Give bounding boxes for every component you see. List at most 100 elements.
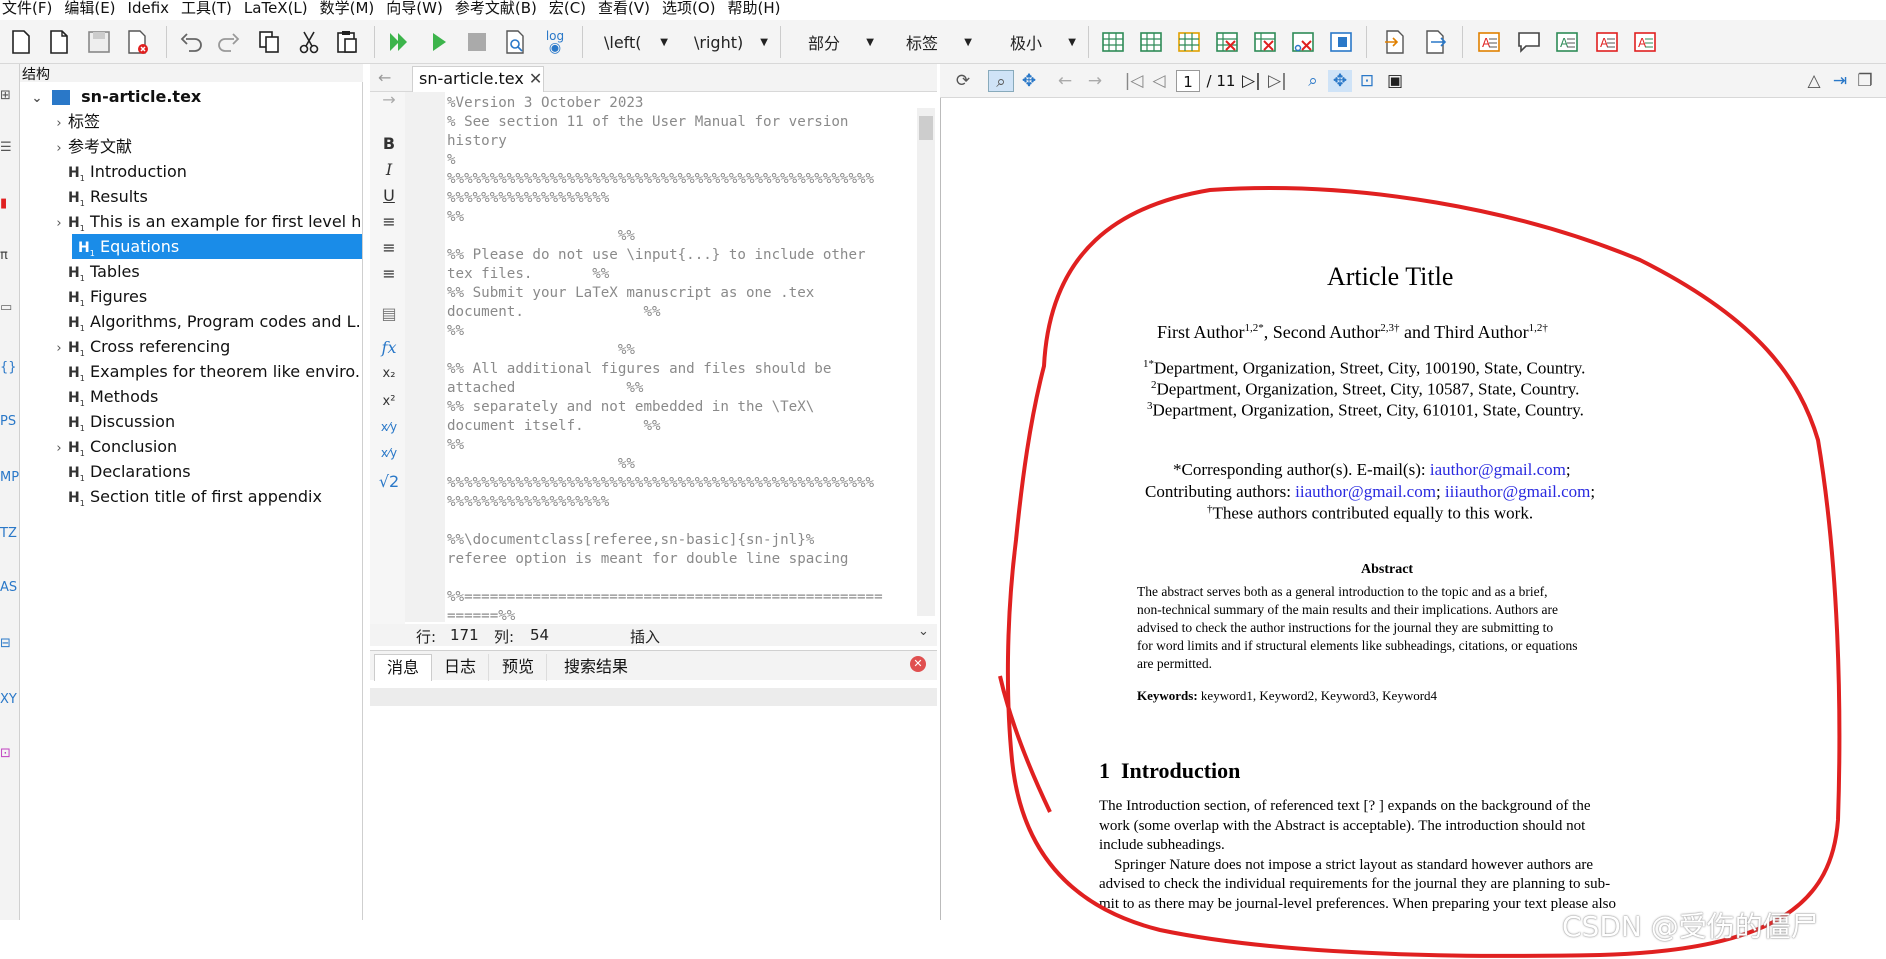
last-page-icon[interactable]: ▷| — [1268, 70, 1287, 92]
fit-icon[interactable]: ✥ — [1328, 70, 1352, 92]
contrib-email-2-link[interactable]: iiiauthor@gmail.com — [1445, 482, 1591, 501]
stop-icon[interactable] — [462, 27, 492, 57]
table-icon[interactable] — [1098, 27, 1128, 57]
compile-icon[interactable] — [424, 27, 454, 57]
first-page-icon[interactable]: |◁ — [1124, 70, 1144, 92]
bookmark-tab-icon[interactable]: ▮ — [0, 196, 20, 211]
structure-tab-icon[interactable]: ⊞ — [0, 88, 20, 103]
chevron-down-icon[interactable]: ⌄ — [918, 624, 929, 639]
forward-icon[interactable]: → — [1084, 70, 1106, 92]
tab-messages[interactable]: 消息 — [374, 654, 433, 681]
save-icon[interactable] — [84, 27, 114, 57]
tab-log[interactable]: 日志 — [432, 654, 490, 681]
menu-view[interactable]: 查看(V) — [596, 0, 660, 19]
table-delete-col-icon[interactable] — [1250, 27, 1280, 57]
magnifier-icon[interactable]: ⌕ — [988, 70, 1014, 92]
editor-scroll-thumb[interactable] — [919, 116, 933, 140]
table-insert-icon[interactable] — [1174, 27, 1204, 57]
back-icon[interactable]: ← — [1054, 70, 1076, 92]
menu-latex[interactable]: LaTeX(L) — [242, 0, 318, 19]
menu-tools[interactable]: 工具(T) — [179, 0, 242, 19]
tree-item[interactable]: H1 Results — [50, 184, 360, 209]
editor-scrollbar[interactable] — [917, 108, 935, 616]
text-red-icon[interactable]: A — [1592, 27, 1622, 57]
tikz-tab-icon[interactable]: TZ — [0, 526, 20, 541]
menu-wizards[interactable]: 向导(W) — [384, 0, 453, 19]
export-document-icon[interactable] — [1420, 27, 1450, 57]
italic-icon[interactable]: I — [378, 160, 400, 179]
dfrac-icon[interactable]: x⁄y — [378, 446, 400, 460]
bold-icon[interactable]: B — [378, 134, 400, 153]
tab-preview[interactable]: 预览 — [490, 654, 548, 681]
tree-item[interactable]: › H1 This is an example for first level h.… — [50, 209, 360, 234]
section-select[interactable]: 部分 ▼ — [808, 30, 874, 54]
open-document-icon[interactable] — [1380, 27, 1410, 57]
braces-tab-icon[interactable]: {} — [0, 360, 20, 375]
table-delete-row-icon[interactable] — [1212, 27, 1242, 57]
align-left-icon[interactable]: ≡ — [378, 212, 400, 231]
corr-email-link[interactable]: iauthor@gmail.com — [1430, 460, 1566, 479]
tree-item[interactable]: H1 Section title of first appendix — [50, 484, 360, 509]
symbols-tab-icon[interactable]: π — [0, 248, 20, 263]
window-icon[interactable]: ❐ — [1854, 70, 1876, 92]
misc-tab-icon[interactable]: ⊡ — [0, 746, 20, 761]
pdf-page[interactable]: Article Title First Author1,2*, Second A… — [940, 98, 1886, 920]
tree-item[interactable]: H1 Declarations — [50, 459, 360, 484]
zoom-icon[interactable]: ⌕ — [1302, 70, 1324, 92]
redo-icon[interactable] — [214, 27, 244, 57]
new-file-icon[interactable] — [6, 27, 36, 57]
menu-macros[interactable]: 宏(C) — [547, 0, 596, 19]
tree-item[interactable]: › 标签 — [50, 109, 360, 134]
text-green-icon[interactable]: A — [1552, 27, 1582, 57]
menu-options[interactable]: 选项(O) — [660, 0, 726, 19]
cut-icon[interactable] — [294, 27, 324, 57]
next-page-icon[interactable]: ▷| — [1242, 70, 1261, 92]
left-delimiter-select[interactable]: \left(▼ — [604, 30, 668, 54]
chevron-right-icon[interactable]: › — [50, 336, 68, 359]
new-from-template-icon[interactable] — [44, 27, 74, 57]
chevron-right-icon[interactable]: › — [50, 136, 68, 159]
align-center-icon[interactable]: ≡ — [378, 238, 400, 257]
menu-file[interactable]: 文件(F) — [0, 0, 62, 19]
table-cut-icon[interactable] — [1288, 27, 1318, 57]
menu-idefix[interactable]: Idefix — [126, 0, 180, 19]
forward-arrow-icon[interactable]: → — [378, 90, 400, 109]
previous-page-icon[interactable]: ◁ — [1150, 70, 1168, 92]
text-frame-icon[interactable]: A — [1474, 27, 1504, 57]
table-align-icon[interactable] — [1326, 27, 1356, 57]
right-delimiter-select[interactable]: \right) ▼ — [694, 30, 768, 54]
contrib-email-1-link[interactable]: iiauthor@gmail.com — [1295, 482, 1436, 501]
close-icon[interactable]: ✕ — [529, 69, 542, 88]
chevron-right-icon[interactable]: › — [50, 436, 68, 459]
pstricks-tab-icon[interactable]: PS — [0, 414, 20, 429]
sqrt-icon[interactable]: √2 — [378, 472, 400, 491]
comment-icon[interactable] — [1514, 27, 1544, 57]
tree-item[interactable]: H1 Tables — [50, 259, 360, 284]
tree-item[interactable]: › H1 Cross referencing — [50, 334, 360, 359]
tree-item[interactable]: H1 Algorithms, Program codes and L... — [50, 309, 360, 334]
asymptote-tab-icon[interactable]: AS — [0, 580, 20, 595]
fraction-icon[interactable]: x⁄y — [378, 420, 400, 434]
metapost-tab-icon[interactable]: MP — [0, 470, 20, 485]
label-select[interactable]: 标签 ▼ — [906, 30, 972, 54]
tree-item[interactable]: H1 Introduction — [50, 159, 360, 184]
tree-item[interactable]: H1 Examples for theorem like enviro... — [50, 359, 360, 384]
tree-item[interactable]: H1 Methods — [50, 384, 360, 409]
paste-icon[interactable] — [332, 27, 362, 57]
align-right-icon[interactable]: ≡ — [378, 264, 400, 283]
close-panel-icon[interactable]: ✕ — [910, 656, 926, 672]
sync-icon[interactable]: ⟳ — [952, 70, 974, 92]
menu-help[interactable]: 帮助(H) — [726, 0, 791, 19]
dock-icon[interactable]: ⇥ — [1830, 70, 1850, 92]
outline-tab-icon[interactable]: ☰ — [0, 140, 20, 155]
font-size-select[interactable]: 极小 ▼ — [1010, 30, 1076, 54]
menu-bibliography[interactable]: 参考文献(B) — [453, 0, 547, 19]
text-red-alt-icon[interactable]: A — [1630, 27, 1660, 57]
underline-icon[interactable]: U — [378, 186, 400, 205]
tree-item[interactable]: H1 Figures — [50, 284, 360, 309]
close-file-icon[interactable] — [122, 27, 152, 57]
tree-item[interactable]: H1 Equations — [72, 234, 362, 259]
view-log-icon[interactable]: log ◉ — [540, 27, 570, 57]
table-column-icon[interactable] — [1136, 27, 1166, 57]
page-number-input[interactable]: 1 — [1176, 70, 1200, 92]
